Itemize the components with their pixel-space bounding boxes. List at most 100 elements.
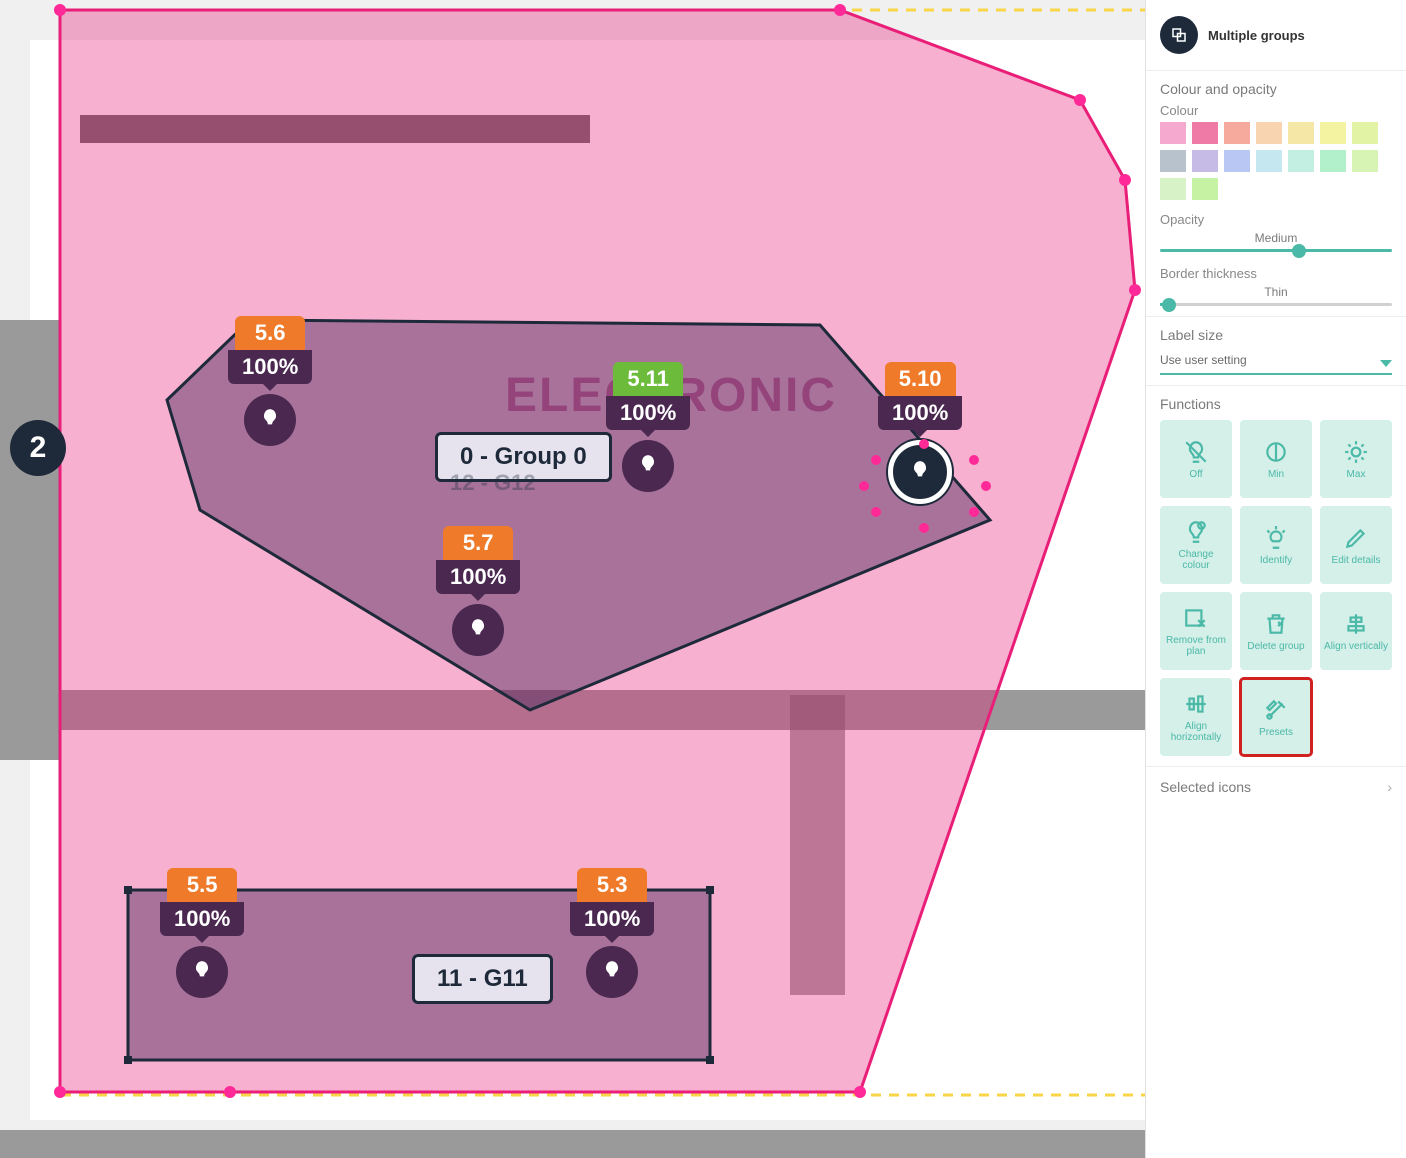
vertex-handle[interactable] bbox=[834, 4, 846, 16]
colour-label: Colour bbox=[1160, 103, 1392, 118]
colour-swatch[interactable] bbox=[1288, 122, 1314, 144]
vertex-handle[interactable] bbox=[871, 507, 881, 517]
device-5-11[interactable]: 5.11 100% bbox=[606, 362, 690, 492]
vertex-handle[interactable] bbox=[54, 4, 66, 16]
vertex-handle[interactable] bbox=[969, 507, 979, 517]
device-id: 5.3 bbox=[577, 868, 647, 902]
device-id: 5.10 bbox=[885, 362, 956, 396]
device-pct: 100% bbox=[878, 396, 962, 430]
device-pct: 100% bbox=[160, 902, 244, 936]
fn-max-button[interactable]: Max bbox=[1320, 420, 1392, 498]
page-number-badge: 2 bbox=[10, 420, 66, 476]
colour-swatches bbox=[1160, 122, 1392, 200]
vertex-handle[interactable] bbox=[224, 1086, 236, 1098]
opacity-label: Opacity bbox=[1160, 212, 1392, 227]
device-5-3[interactable]: 5.3 100% bbox=[570, 868, 654, 998]
vertex-handle[interactable] bbox=[919, 523, 929, 533]
colour-swatch[interactable] bbox=[1256, 150, 1282, 172]
colour-swatch[interactable] bbox=[1352, 122, 1378, 144]
section-colour-opacity: Colour and opacity Colour Opacity Medium… bbox=[1146, 71, 1406, 317]
resize-handle[interactable] bbox=[124, 886, 132, 894]
section-heading: Label size bbox=[1160, 327, 1392, 343]
colour-swatch[interactable] bbox=[1160, 122, 1186, 144]
panel-header: Multiple groups bbox=[1146, 0, 1406, 71]
device-pct: 100% bbox=[570, 902, 654, 936]
vertex-handle[interactable] bbox=[859, 481, 869, 491]
fn-label: Max bbox=[1347, 469, 1366, 480]
fn-remove-button[interactable]: Remove from plan bbox=[1160, 592, 1232, 670]
vertex-handle[interactable] bbox=[1129, 284, 1141, 296]
functions-grid: OffMin Max Change colour Identify Edit detai… bbox=[1160, 420, 1392, 756]
vertex-handle[interactable] bbox=[871, 455, 881, 465]
colour-swatch[interactable] bbox=[1224, 150, 1250, 172]
section-functions: Functions OffMin Max Change colour Identify… bbox=[1146, 386, 1406, 767]
colour-swatch[interactable] bbox=[1320, 122, 1346, 144]
group-label-bottom[interactable]: 11 - G11 bbox=[412, 954, 553, 1004]
device-id: 5.11 bbox=[613, 362, 683, 396]
resize-handle[interactable] bbox=[124, 1056, 132, 1064]
device-5-10-selected[interactable]: 5.10 100% bbox=[878, 362, 962, 504]
group-label-sub: 12 - G12 bbox=[450, 470, 536, 496]
bulb-icon bbox=[244, 394, 296, 446]
bulb-icon bbox=[452, 604, 504, 656]
selected-icons-label: Selected icons bbox=[1160, 779, 1251, 795]
fn-label: Change colour bbox=[1164, 549, 1228, 571]
panel-title: Multiple groups bbox=[1208, 28, 1305, 43]
label-size-select[interactable]: Use user setting bbox=[1160, 347, 1392, 375]
fn-presets-button[interactable]: Presets bbox=[1240, 678, 1312, 756]
floorplan-canvas[interactable]: ELECTRONIC 0 - Group 0 12 - G12 11 - G11 bbox=[0, 0, 1180, 1158]
fn-alignh-button[interactable]: Align horizontally bbox=[1160, 678, 1232, 756]
fn-label: Align horizontally bbox=[1164, 721, 1228, 743]
device-id: 5.6 bbox=[235, 316, 305, 350]
fn-label: Align vertically bbox=[1324, 641, 1388, 652]
device-id: 5.5 bbox=[167, 868, 237, 902]
bulb-icon bbox=[622, 440, 674, 492]
border-value: Thin bbox=[1264, 285, 1287, 299]
properties-panel: Multiple groups Colour and opacity Colou… bbox=[1145, 0, 1406, 1158]
dropdown-icon bbox=[1380, 360, 1392, 367]
colour-swatch[interactable] bbox=[1192, 150, 1218, 172]
fn-off-button[interactable]: Off bbox=[1160, 420, 1232, 498]
canvas-layers: ELECTRONIC 0 - Group 0 12 - G12 11 - G11 bbox=[0, 0, 1180, 1158]
colour-swatch[interactable] bbox=[1288, 150, 1314, 172]
fn-alignv-button[interactable]: Align vertically bbox=[1320, 592, 1392, 670]
device-5-6[interactable]: 5.6 100% bbox=[228, 316, 312, 446]
fn-label: Remove from plan bbox=[1164, 635, 1228, 657]
vertex-handle[interactable] bbox=[1119, 174, 1131, 186]
fn-label: Identify bbox=[1260, 555, 1292, 566]
opacity-slider[interactable]: Medium bbox=[1160, 231, 1392, 252]
selected-icons-row[interactable]: Selected icons › bbox=[1146, 767, 1406, 807]
device-5-7[interactable]: 5.7 100% bbox=[436, 526, 520, 656]
fn-label: Delete group bbox=[1247, 641, 1304, 652]
vertex-handle[interactable] bbox=[919, 439, 929, 449]
colour-swatch[interactable] bbox=[1192, 178, 1218, 200]
fn-edit-button[interactable]: Edit details bbox=[1320, 506, 1392, 584]
device-pct: 100% bbox=[228, 350, 312, 384]
colour-swatch[interactable] bbox=[1224, 122, 1250, 144]
colour-swatch[interactable] bbox=[1256, 122, 1282, 144]
fn-min-button[interactable]: Min bbox=[1240, 420, 1312, 498]
fn-colour-button[interactable]: Change colour bbox=[1160, 506, 1232, 584]
border-label: Border thickness bbox=[1160, 266, 1392, 281]
fn-delete-button[interactable]: Delete group bbox=[1240, 592, 1312, 670]
colour-swatch[interactable] bbox=[1352, 150, 1378, 172]
vertex-handle[interactable] bbox=[854, 1086, 866, 1098]
resize-handle[interactable] bbox=[706, 1056, 714, 1064]
vertex-handle[interactable] bbox=[54, 1086, 66, 1098]
colour-swatch[interactable] bbox=[1160, 150, 1186, 172]
opacity-value: Medium bbox=[1255, 231, 1298, 245]
device-5-5[interactable]: 5.5 100% bbox=[160, 868, 244, 998]
vertex-handle[interactable] bbox=[969, 455, 979, 465]
colour-swatch[interactable] bbox=[1160, 178, 1186, 200]
vertex-handle[interactable] bbox=[1074, 94, 1086, 106]
vertex-handle[interactable] bbox=[981, 481, 991, 491]
border-slider[interactable]: Thin bbox=[1160, 285, 1392, 306]
section-heading: Functions bbox=[1160, 396, 1392, 412]
resize-handle[interactable] bbox=[706, 886, 714, 894]
section-label-size: Label size Use user setting bbox=[1146, 317, 1406, 386]
fn-identify-button[interactable]: Identify bbox=[1240, 506, 1312, 584]
colour-swatch[interactable] bbox=[1192, 122, 1218, 144]
colour-swatch[interactable] bbox=[1320, 150, 1346, 172]
bulb-icon bbox=[176, 946, 228, 998]
chevron-right-icon: › bbox=[1387, 779, 1392, 795]
